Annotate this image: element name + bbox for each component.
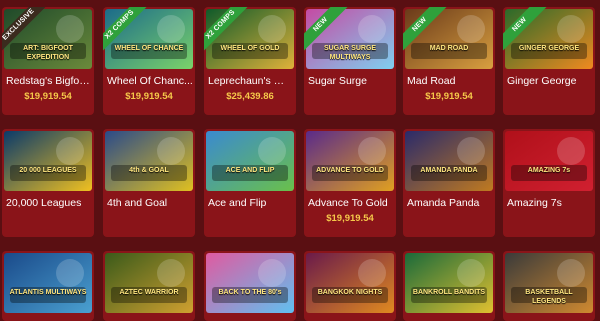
game-title[interactable]: Leprechaun's Wh... — [208, 75, 294, 87]
game-thumbnail[interactable] — [4, 253, 92, 313]
game-logo-art: SUGAR SURGE MULTIWAYS — [323, 45, 377, 61]
game-thumbnail[interactable] — [306, 253, 394, 313]
jackpot-amount: $19,919.54 — [425, 91, 473, 102]
game-card[interactable]: WHEEL OF CHANCE X2 COMPS Wheel Of Chanc...… — [103, 7, 195, 115]
game-logo-art: BASKETBALL LEGENDS — [525, 289, 573, 305]
game-logo-art: ATLANTIS MULTIWAYS — [9, 289, 87, 296]
game-thumbnail[interactable] — [206, 131, 294, 191]
game-title[interactable]: Mad Road — [407, 75, 493, 87]
game-card[interactable]: BANGKOK NIGHTS — [304, 251, 396, 321]
game-thumbnail[interactable] — [306, 131, 394, 191]
game-logo-art: AMAZING 7s — [527, 167, 571, 174]
game-title[interactable]: Ginger George — [507, 75, 593, 87]
game-logo-art: MAD ROAD — [429, 45, 469, 52]
game-logo-art: AMANDA PANDA — [420, 167, 478, 174]
game-card[interactable]: GINGER GEORGE NEW Ginger George — [503, 7, 595, 115]
game-card[interactable]: AMANDA PANDA Amanda Panda — [403, 129, 495, 237]
game-logo-art: BANKROLL BANDITS — [412, 289, 486, 296]
jackpot-amount: $19,919.54 — [326, 213, 374, 224]
game-title[interactable]: Advance To Gold — [308, 197, 394, 209]
game-card[interactable]: ATLANTIS MULTIWAYS — [2, 251, 94, 321]
game-title[interactable]: Redstag's Bigfoo... — [6, 75, 92, 87]
jackpot-amount: $25,439.86 — [226, 91, 274, 102]
game-card[interactable]: ART: BIGFOOT EXPEDITION EXCLUSIVE Redstag'… — [2, 7, 94, 115]
game-card[interactable]: ACE AND FLIP Ace and Flip — [204, 129, 296, 237]
game-logo-art: ACE AND FLIP — [225, 167, 275, 174]
jackpot-amount: $19,919.54 — [24, 91, 72, 102]
game-grid: ART: BIGFOOT EXPEDITION EXCLUSIVE Redstag'… — [0, 0, 600, 321]
game-title[interactable]: Wheel Of Chanc... — [107, 75, 193, 87]
game-logo-art: WHEEL OF GOLD — [220, 45, 280, 52]
game-logo-art: BACK TO THE 80's — [218, 289, 282, 296]
game-logo-art: ART: BIGFOOT EXPEDITION — [23, 45, 73, 61]
game-logo-art: 20 000 LEAGUES — [19, 167, 77, 174]
game-logo-art: WHEEL OF CHANCE — [114, 45, 184, 52]
game-card[interactable]: MAD ROAD NEW Mad Road $19,919.54 — [403, 7, 495, 115]
game-card[interactable]: BANKROLL BANDITS — [403, 251, 495, 321]
game-card[interactable]: BASKETBALL LEGENDS — [503, 251, 595, 321]
game-logo-art: ADVANCE TO GOLD — [316, 167, 384, 174]
game-title[interactable]: Sugar Surge — [308, 75, 394, 87]
game-thumbnail[interactable] — [4, 131, 92, 191]
game-card[interactable]: ADVANCE TO GOLD Advance To Gold $19,919.54 — [304, 129, 396, 237]
game-thumbnail[interactable] — [206, 253, 294, 313]
game-logo-art: 4th & GOAL — [129, 167, 169, 174]
game-card[interactable]: SUGAR SURGE MULTIWAYS NEW Sugar Surge — [304, 7, 396, 115]
game-logo-art: BANGKOK NIGHTS — [317, 289, 383, 296]
game-thumbnail[interactable] — [405, 253, 493, 313]
game-title[interactable]: Amazing 7s — [507, 197, 593, 209]
game-card[interactable]: BACK TO THE 80's — [204, 251, 296, 321]
game-thumbnail[interactable] — [505, 131, 593, 191]
game-card[interactable]: 4th & GOAL 4th and Goal — [103, 129, 195, 237]
game-title[interactable]: 20,000 Leagues — [6, 197, 92, 209]
jackpot-amount: $19,919.54 — [125, 91, 173, 102]
game-card[interactable]: WHEEL OF GOLD X2 COMPS Leprechaun's Wh... $… — [204, 7, 296, 115]
game-title[interactable]: Ace and Flip — [208, 197, 294, 209]
game-card[interactable]: AZTEC WARRIOR — [103, 251, 195, 321]
game-thumbnail[interactable] — [105, 253, 193, 313]
game-card[interactable]: 20 000 LEAGUES 20,000 Leagues — [2, 129, 94, 237]
game-thumbnail[interactable] — [105, 131, 193, 191]
game-title[interactable]: 4th and Goal — [107, 197, 193, 209]
game-card[interactable]: AMAZING 7s Amazing 7s — [503, 129, 595, 237]
game-logo-art: AZTEC WARRIOR — [119, 289, 179, 296]
game-logo-art: GINGER GEORGE — [518, 45, 580, 52]
game-thumbnail[interactable] — [405, 131, 493, 191]
game-title[interactable]: Amanda Panda — [407, 197, 493, 209]
